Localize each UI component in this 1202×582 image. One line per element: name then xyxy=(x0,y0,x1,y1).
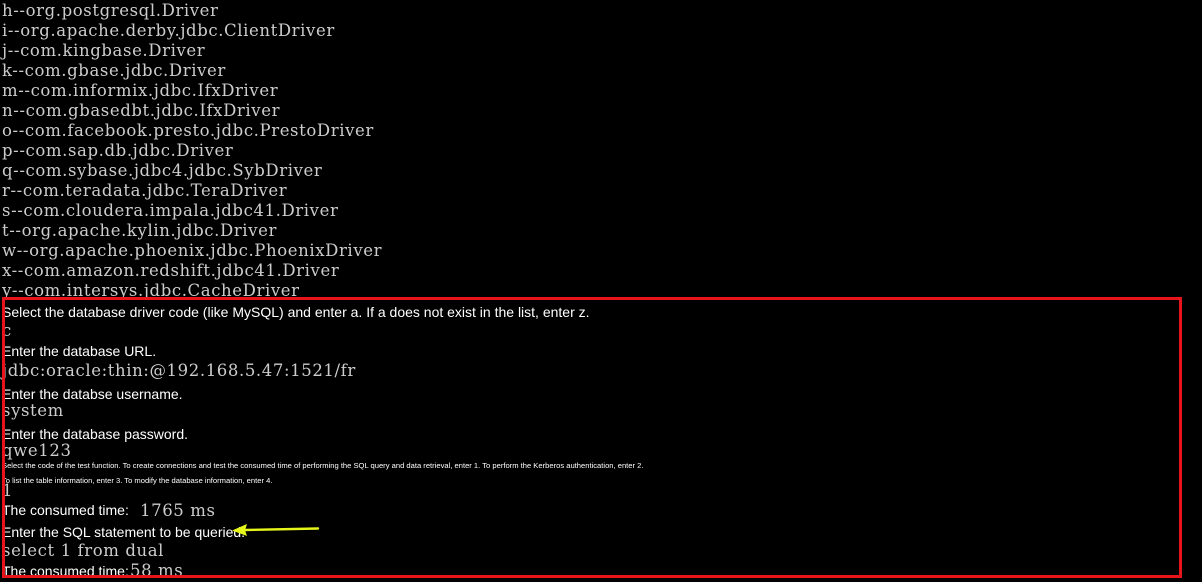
driver-option-o: o--com.facebook.presto.jdbc.PrestoDriver xyxy=(2,121,374,140)
driver-option-w: w--org.apache.phoenix.jdbc.PhoenixDriver xyxy=(2,241,383,260)
driver-option-m: m--com.informix.jdbc.IfxDriver xyxy=(2,81,279,100)
driver-option-p: p--com.sap.db.jdbc.Driver xyxy=(2,141,234,160)
driver-option-h: h--org.postgresql.Driver xyxy=(2,1,219,20)
driver-option-q: q--com.sybase.jdbc4.jdbc.SybDriver xyxy=(2,161,323,180)
driver-option-j: j--com.kingbase.Driver xyxy=(2,41,206,60)
driver-option-x: x--com.amazon.redshift.jdbc41.Driver xyxy=(2,261,340,280)
console-window[interactable]: h--org.postgresql.Driver i--org.apache.d… xyxy=(0,0,1202,582)
driver-option-k: k--com.gbase.jdbc.Driver xyxy=(2,61,226,80)
highlight-box xyxy=(2,297,1182,578)
driver-option-n: n--com.gbasedbt.jdbc.IfxDriver xyxy=(2,101,281,120)
driver-option-r: r--com.teradata.jdbc.TeraDriver xyxy=(2,181,288,200)
driver-option-i: i--org.apache.derby.jdbc.ClientDriver xyxy=(2,21,335,40)
driver-option-s: s--com.cloudera.impala.jdbc41.Driver xyxy=(2,201,339,220)
arrow-left-icon xyxy=(232,524,320,536)
driver-option-t: t--org.apache.kylin.jdbc.Driver xyxy=(2,221,277,240)
